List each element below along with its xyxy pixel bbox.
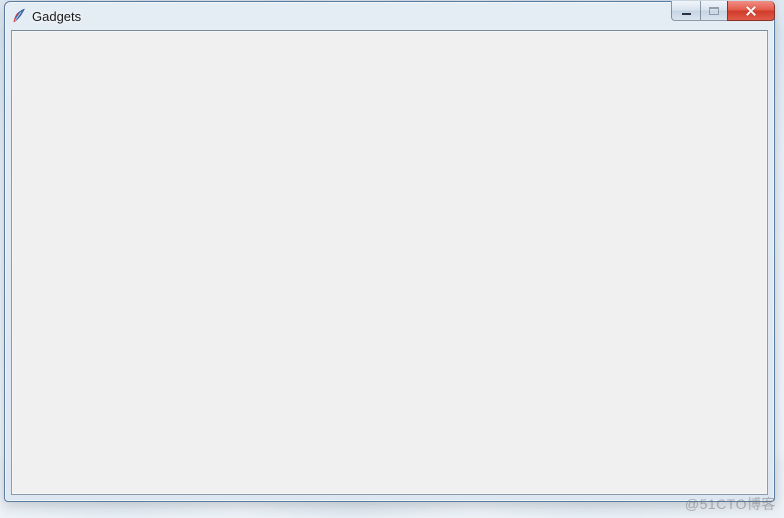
minimize-button[interactable] [671,1,700,21]
maximize-button[interactable] [700,1,727,21]
client-area [11,30,768,495]
maximize-icon [709,7,719,15]
watermark: @51CTO博客 [685,494,776,514]
close-icon [745,6,757,16]
window-title: Gadgets [32,9,772,24]
app-window: Gadgets [4,1,775,502]
close-button[interactable] [727,1,775,21]
tk-feather-icon [11,8,27,24]
minimize-icon [682,12,691,15]
window-controls [671,1,775,21]
titlebar[interactable]: Gadgets [5,2,774,30]
